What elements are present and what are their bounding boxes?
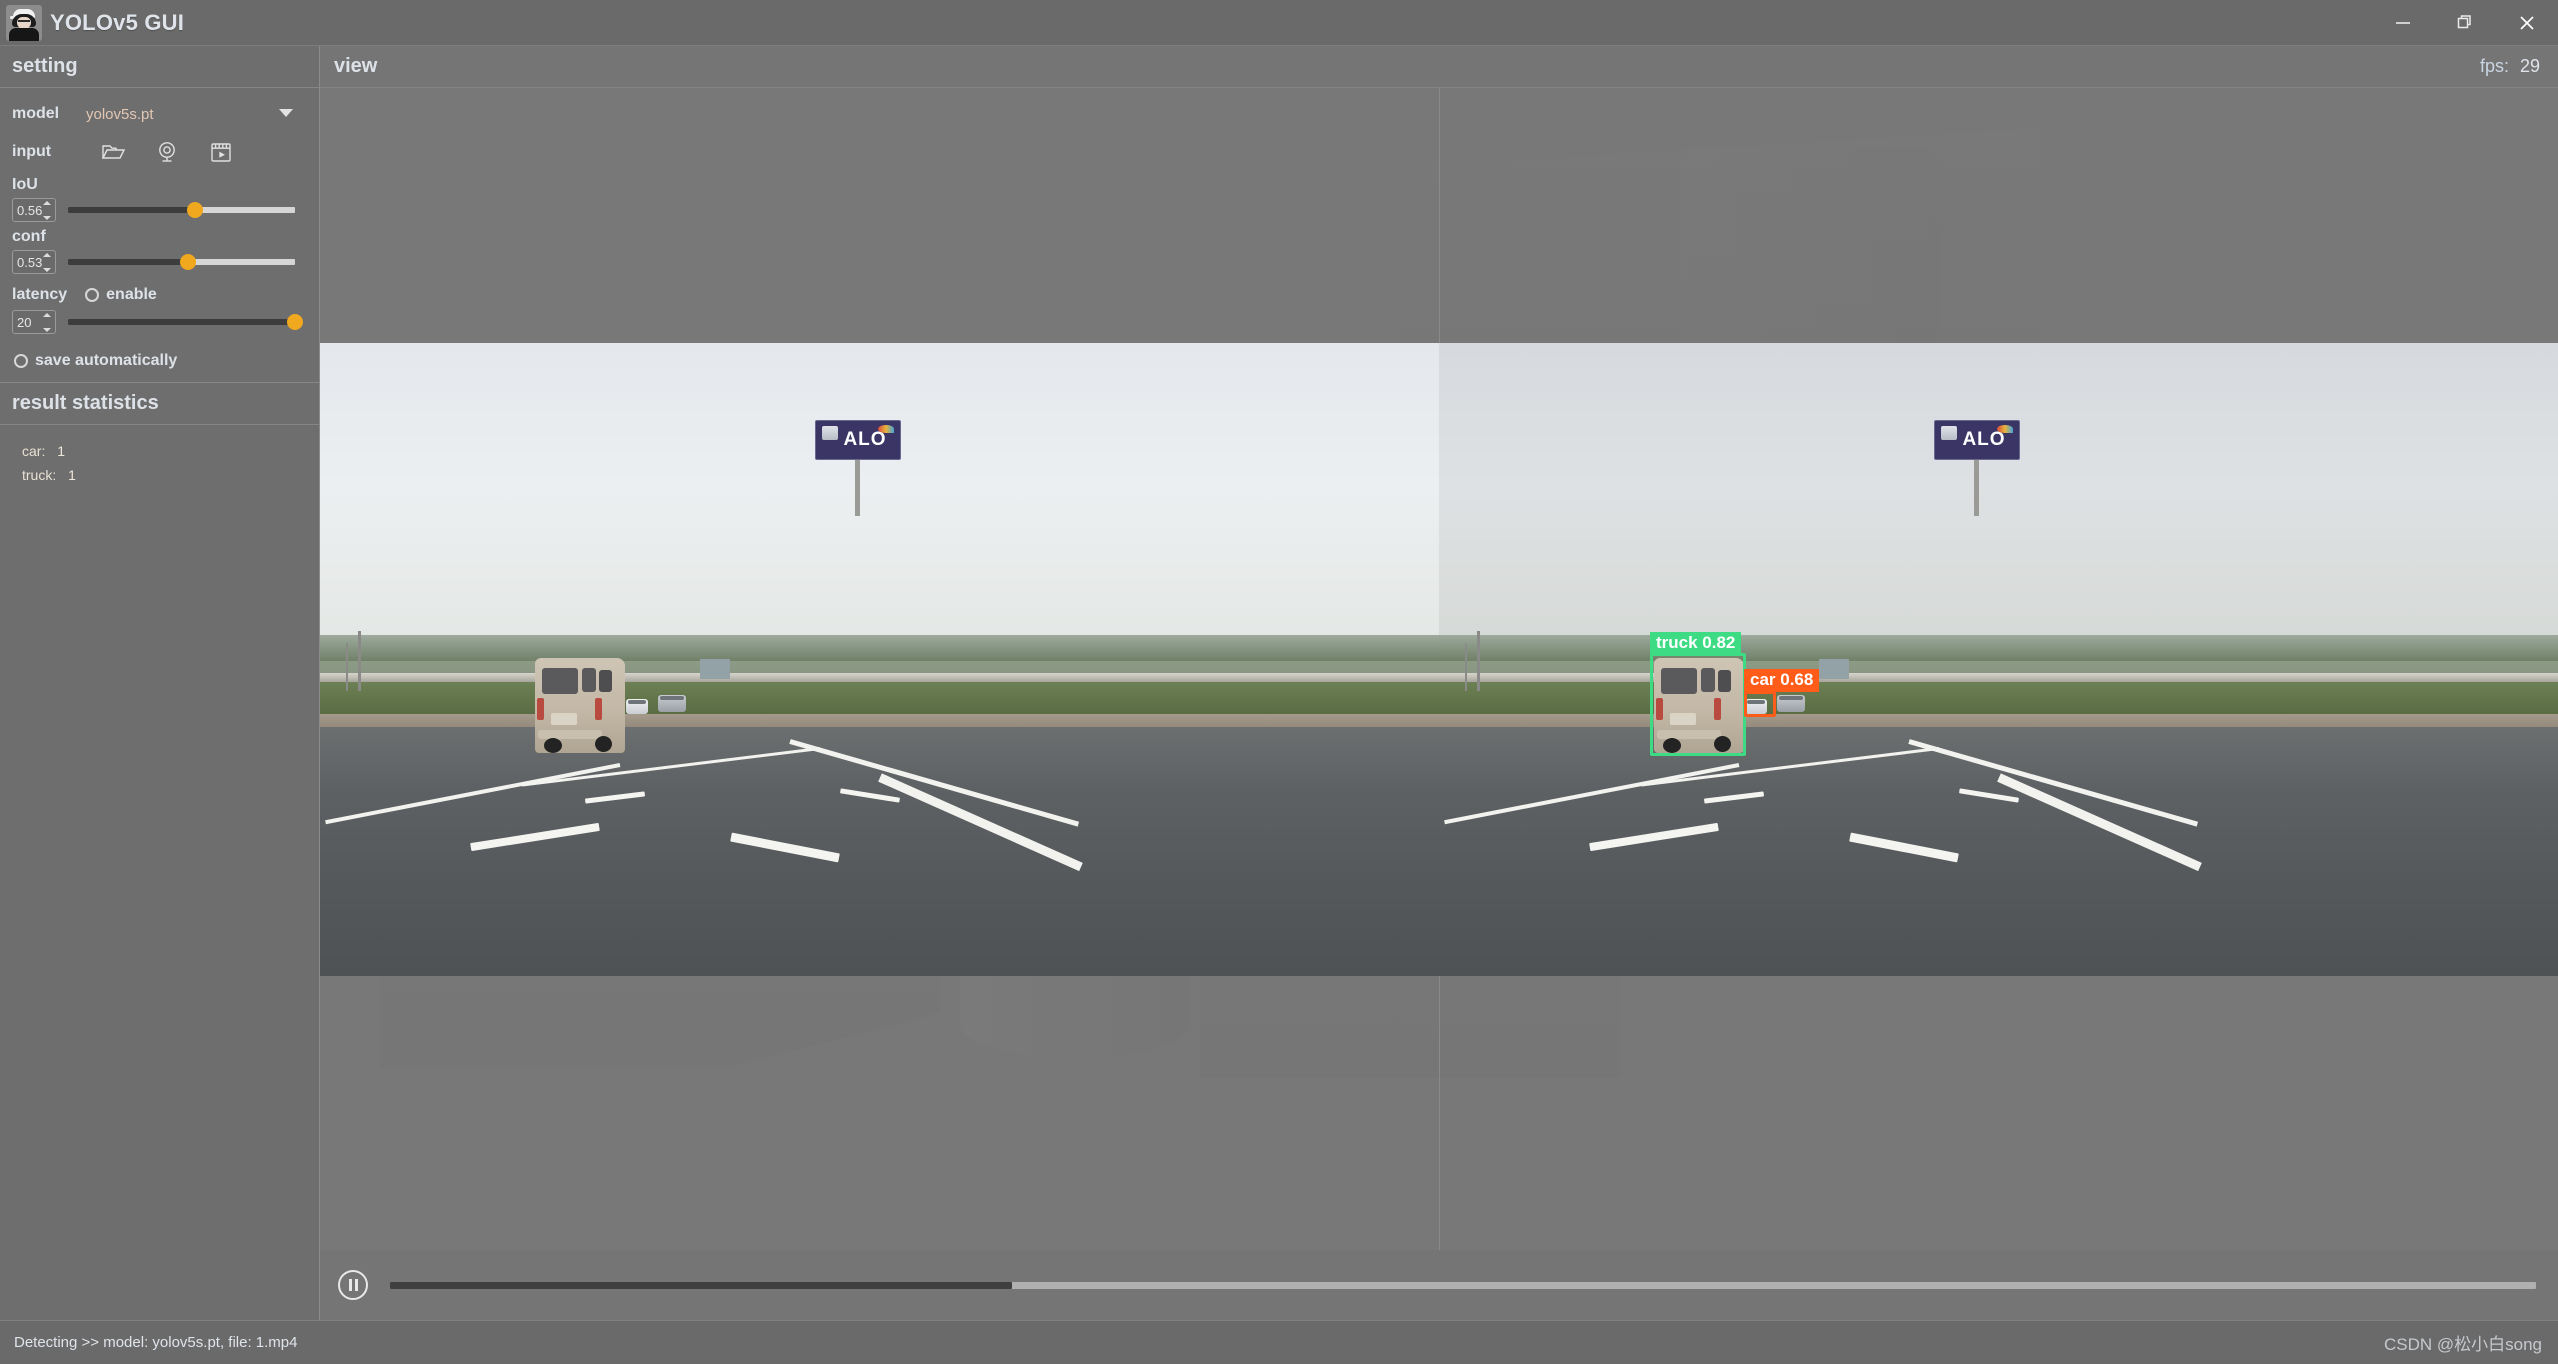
fps-value: 29 (2519, 56, 2540, 76)
open-folder-icon[interactable] (86, 142, 140, 162)
billboard: ALO (1934, 420, 2020, 460)
status-text: Detecting >> model: yolov5s.pt, file: 1.… (14, 1334, 298, 1351)
save-automatically-radio[interactable] (14, 354, 28, 368)
avatar-icon (6, 4, 42, 41)
title-bar: YOLOv5 GUI (0, 0, 2558, 46)
latency-value: 20 (17, 314, 32, 330)
latency-spinbox[interactable]: 20 (12, 310, 56, 334)
app-title: YOLOv5 GUI (50, 9, 185, 35)
input-row: input (12, 132, 307, 172)
maximize-restore-icon[interactable] (2434, 0, 2496, 46)
playback-bar (320, 1250, 2558, 1320)
settings-section-header: setting (0, 46, 319, 88)
main-content: setting model yolov5s.pt input IoU 0.56 … (0, 46, 2558, 1320)
stat-value: 1 (57, 443, 66, 459)
stat-value: 1 (68, 467, 76, 483)
fps-label: fps: (2479, 56, 2509, 76)
video-frame-detections: ALO truck 0.82 car 0.68 (1439, 343, 2558, 976)
save-automatically-row[interactable]: save automatically (12, 344, 307, 378)
conf-slider-row: 0.53 (12, 248, 307, 276)
stat-key: car: (22, 443, 46, 459)
watermark: CSDN @松小白song (2383, 1335, 2542, 1354)
close-icon[interactable] (2496, 0, 2558, 46)
video-pane-detections[interactable]: ALO truck 0.82 car 0.68 (1439, 88, 2558, 1250)
latency-slider-row: 20 (12, 308, 307, 336)
save-automatically-label: save automatically (35, 352, 178, 369)
billboard-text: ALO (843, 429, 887, 450)
vehicle-van (535, 658, 625, 753)
iou-stepper-arrows[interactable] (43, 201, 51, 220)
webcam-icon[interactable] (140, 140, 194, 164)
input-label: input (12, 143, 52, 160)
billboard: ALO (815, 420, 901, 460)
billboard-text: ALO (1962, 429, 2006, 450)
model-value: yolov5s.pt (86, 105, 154, 123)
fps-indicator: fps: 29 (2480, 56, 2540, 77)
conf-label: conf (12, 228, 46, 245)
conf-slider-knob (180, 254, 197, 270)
iou-value: 0.56 (17, 202, 43, 218)
pause-icon[interactable] (338, 1270, 368, 1300)
video-file-icon[interactable] (194, 141, 248, 164)
settings-sidebar: setting model yolov5s.pt input IoU 0.56 … (0, 46, 320, 1320)
detection-box-truck (1650, 653, 1746, 756)
latency-enable-label: enable (106, 286, 157, 303)
latency-enable-radio[interactable] (85, 288, 100, 302)
conf-slider-track[interactable] (68, 254, 295, 270)
latency-slider-track[interactable] (68, 314, 303, 330)
view-title: view (334, 55, 378, 77)
video-frame-original: ALO (320, 343, 1439, 976)
iou-slider-row: 0.56 (12, 196, 307, 224)
list-item: truck: 1 (22, 463, 319, 487)
settings-body: model yolov5s.pt input IoU 0.56 conf 0.5… (0, 88, 319, 378)
latency-label: latency (12, 286, 68, 303)
stat-key: truck: (22, 467, 57, 483)
conf-spinbox[interactable]: 0.53 (12, 250, 56, 274)
statistics-section-header: result statistics (0, 383, 319, 425)
video-progress-slider[interactable] (390, 1281, 2536, 1289)
latency-stepper-arrows[interactable] (43, 313, 51, 332)
model-label: model (12, 105, 60, 122)
list-item: car: 1 (22, 439, 319, 463)
iou-slider-track[interactable] (68, 202, 295, 218)
conf-value: 0.53 (17, 254, 43, 270)
view-panel: view fps: 29 ALO ALO truck 0.82 car 0.68 (320, 46, 2558, 1320)
iou-slider-knob (187, 202, 204, 218)
chevron-down-icon[interactable] (279, 105, 293, 123)
video-panes: ALO ALO truck 0.82 car 0.68 (320, 88, 2558, 1250)
detection-label-car: car 0.68 (1744, 669, 1820, 692)
statistics-list: car: 1 truck: 1 (0, 425, 319, 487)
conf-stepper-arrows[interactable] (43, 253, 51, 272)
video-pane-original[interactable]: ALO (320, 88, 1439, 1250)
status-bar: Detecting >> model: yolov5s.pt, file: 1.… (0, 1320, 2558, 1364)
view-header: view fps: 29 (320, 46, 2558, 88)
minimize-icon[interactable] (2372, 0, 2434, 46)
iou-label: IoU (12, 176, 38, 193)
window-controls (2372, 0, 2558, 46)
model-row[interactable]: model yolov5s.pt (12, 96, 307, 132)
detection-box-car (1744, 691, 1776, 717)
latency-slider-knob (287, 314, 303, 330)
detection-label-truck: truck 0.82 (1650, 632, 1742, 655)
iou-spinbox[interactable]: 0.56 (12, 198, 56, 222)
latency-row: latency enable (12, 282, 307, 308)
